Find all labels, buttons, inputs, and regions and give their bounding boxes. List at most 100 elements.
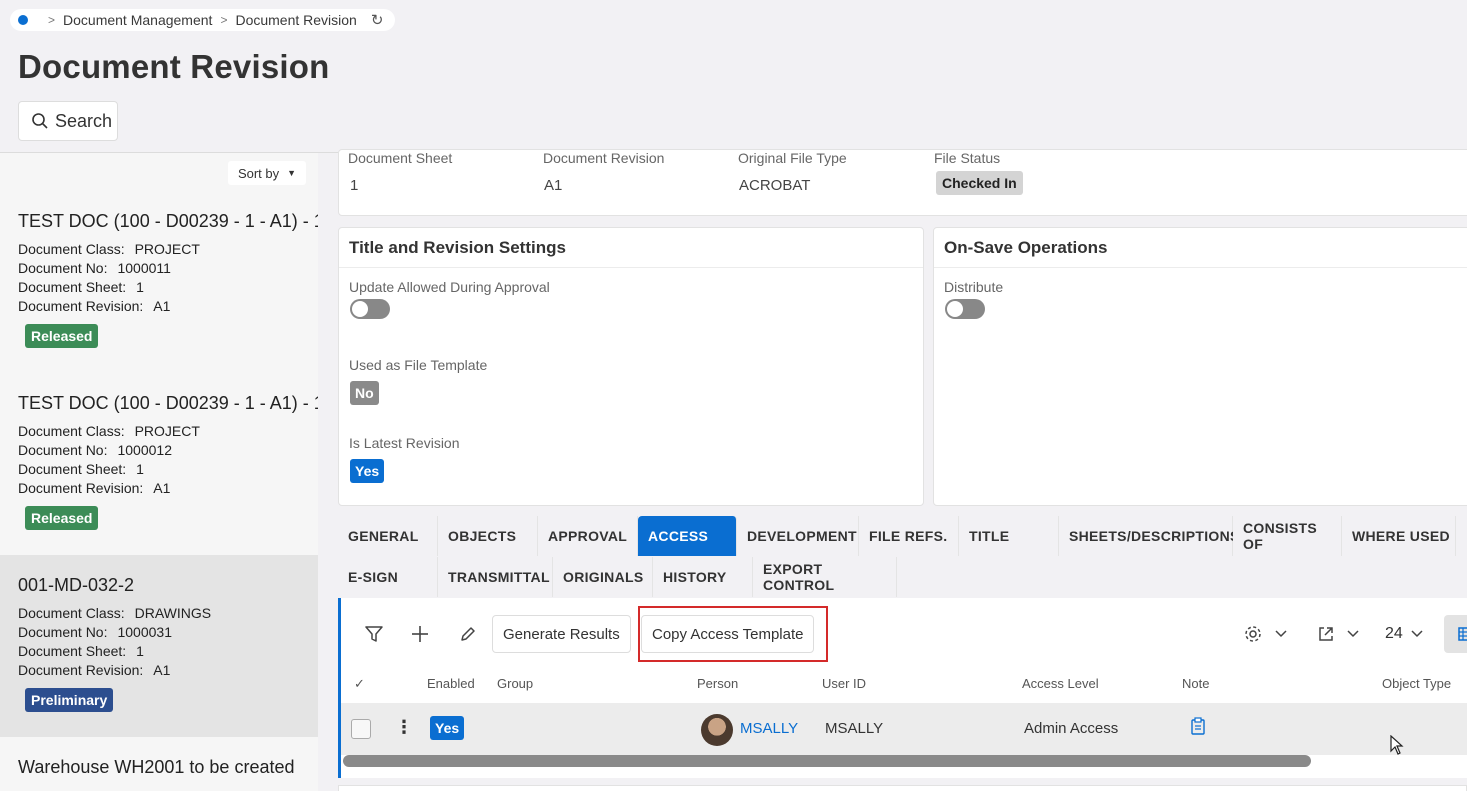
tab-sheets-descriptions[interactable]: SHEETS/DESCRIPTIONS [1059,516,1239,556]
breadcrumb-item-document-revision[interactable]: Document Revision [235,12,356,28]
update-allowed-label: Update Allowed During Approval [349,279,550,295]
original-file-type-label: Original File Type [738,150,847,166]
list-item-title: Warehouse WH2001 to be created [18,757,295,777]
tab-approval[interactable]: APPROVAL [538,516,638,556]
file-template-value: No [350,381,379,405]
chevron-down-icon[interactable] [1341,622,1365,646]
table-row[interactable]: ⋮ Yes MSALLY MSALLY Admin Access [341,703,1467,755]
share-icon[interactable] [1314,622,1338,646]
sort-by-label: Sort by [237,165,280,181]
tab-file-refs[interactable]: FILE REFS. [859,516,959,556]
tab-transmittal[interactable]: TRANSMITTAL [438,557,553,597]
tab-general[interactable]: GENERAL [338,516,438,556]
detail-area: Document Sheet 1 Document Revision A1 Or… [318,149,1467,791]
tab-consists-of[interactable]: CONSISTS OF [1233,516,1342,556]
distribute-label: Distribute [944,279,1004,295]
file-template-label: Used as File Template [349,357,488,373]
status-badge: Preliminary [25,688,114,712]
search-button[interactable]: Search [18,101,118,141]
chevron-down-icon[interactable] [1405,622,1429,646]
document-sheet-value: 1 [350,177,359,194]
card-divider [934,267,1467,268]
distribute-toggle[interactable] [945,299,985,319]
list-item-field: Document Revision: A1 [18,662,171,678]
plus-icon[interactable] [408,622,432,646]
tab-where-used[interactable]: WHERE USED [1342,516,1456,556]
document-revision-label: Document Revision [543,150,665,166]
search-icon [32,113,48,129]
page-size-select[interactable]: 24 [1385,625,1403,643]
tab-access[interactable]: ACCESS [638,516,737,556]
home-dot-icon[interactable] [18,15,28,25]
list-item-field: Document Sheet: 1 [18,279,144,295]
list-item[interactable]: Warehouse WH2001 to be created [0,757,318,778]
tab-e-sign[interactable]: E-SIGN [338,557,438,597]
avatar [701,714,733,746]
latest-revision-label: Is Latest Revision [349,435,460,451]
list-item-field: Document Revision: A1 [18,480,171,496]
document-revision-value: A1 [544,177,563,194]
filter-icon[interactable] [362,622,386,646]
status-badge: Released [25,506,99,530]
refresh-icon[interactable]: ↻ [371,11,384,29]
list-item-title: TEST DOC (100 - D00239 - 1 - A1) - 1 [18,393,324,413]
sort-by-dropdown[interactable]: Sort by ▼ [228,161,306,185]
chevron-down-icon[interactable] [1269,622,1293,646]
next-card-edge [338,785,1467,791]
page-title: Document Revision [18,48,330,85]
generate-results-button[interactable]: Generate Results [492,615,631,653]
breadcrumb-item-document-management[interactable]: Document Management [63,12,212,28]
pencil-icon[interactable] [456,622,480,646]
list-item-title: TEST DOC (100 - D00239 - 1 - A1) - 1 [18,211,324,231]
list-item-field: Document Sheet: 1 [18,643,144,659]
caret-down-icon: ▼ [287,168,297,178]
title-revision-settings-card: Title and Revision Settings Update Allow… [338,227,924,506]
column-header-group[interactable]: Group [497,676,533,691]
tab-development[interactable]: DEVELOPMENT [737,516,859,556]
record-list: Sort by ▼ TEST DOC (100 - D00239 - 1 - A… [0,153,324,791]
list-item-title: 001-MD-032-2 [18,575,135,595]
select-all-checkmark-icon[interactable]: ✓ [354,676,365,692]
note-icon[interactable] [1191,717,1205,739]
list-item-field: Document No: 1000012 [18,442,172,458]
access-table-card: Generate Results Copy Access Template 24… [338,598,1467,778]
column-header-object-type[interactable]: Object Type [1382,676,1451,691]
list-item-selected[interactable]: 001-MD-032-2 Document Class: DRAWINGS Doc… [0,555,318,737]
list-item[interactable]: TEST DOC (100 - D00239 - 1 - A1) - 1 Doc… [0,211,324,348]
tab-export-control[interactable]: EXPORT CONTROL [753,557,897,597]
tab-originals[interactable]: ORIGINALS [553,557,653,597]
status-badge: Released [25,324,99,348]
highlight-box [638,606,828,662]
card-title: Title and Revision Settings [349,238,566,257]
update-allowed-toggle[interactable] [350,299,390,319]
enabled-value: Yes [430,716,465,740]
tab-history[interactable]: HISTORY [653,557,753,597]
column-header-user-id[interactable]: User ID [822,676,866,691]
column-header-person[interactable]: Person [697,676,738,691]
user-id-value: MSALLY [825,720,884,737]
horizontal-scrollbar[interactable] [343,755,1311,767]
search-button-label: Search [55,110,113,131]
file-status-label: File Status [934,150,1001,166]
list-item-field: Document Class: PROJECT [18,423,200,439]
list-item[interactable]: TEST DOC (100 - D00239 - 1 - A1) - 1 Doc… [0,393,324,530]
gear-icon[interactable] [1241,622,1265,646]
list-item-field: Document Sheet: 1 [18,461,144,477]
access-level-value: Admin Access [1024,720,1119,737]
list-item-field: Document No: 1000031 [18,624,172,640]
tab-objects[interactable]: OBJECTS [438,516,538,556]
column-header-enabled[interactable]: Enabled [427,676,475,691]
row-checkbox[interactable] [351,719,371,739]
column-header-access-level[interactable]: Access Level [1022,676,1099,691]
latest-revision-value: Yes [350,459,385,483]
kebab-icon[interactable]: ⋮ [395,717,413,738]
document-sheet-label: Document Sheet [348,150,453,166]
card-title: On-Save Operations [944,238,1108,257]
breadcrumb: > Document Management > Document Revisio… [10,9,396,31]
table-view-button[interactable] [1444,615,1467,653]
original-file-type-value: ACROBAT [739,177,811,194]
column-header-note[interactable]: Note [1182,676,1209,691]
tab-title[interactable]: TITLE [959,516,1059,556]
list-item-field: Document Class: PROJECT [18,241,200,257]
person-link[interactable]: MSALLY [740,720,798,737]
